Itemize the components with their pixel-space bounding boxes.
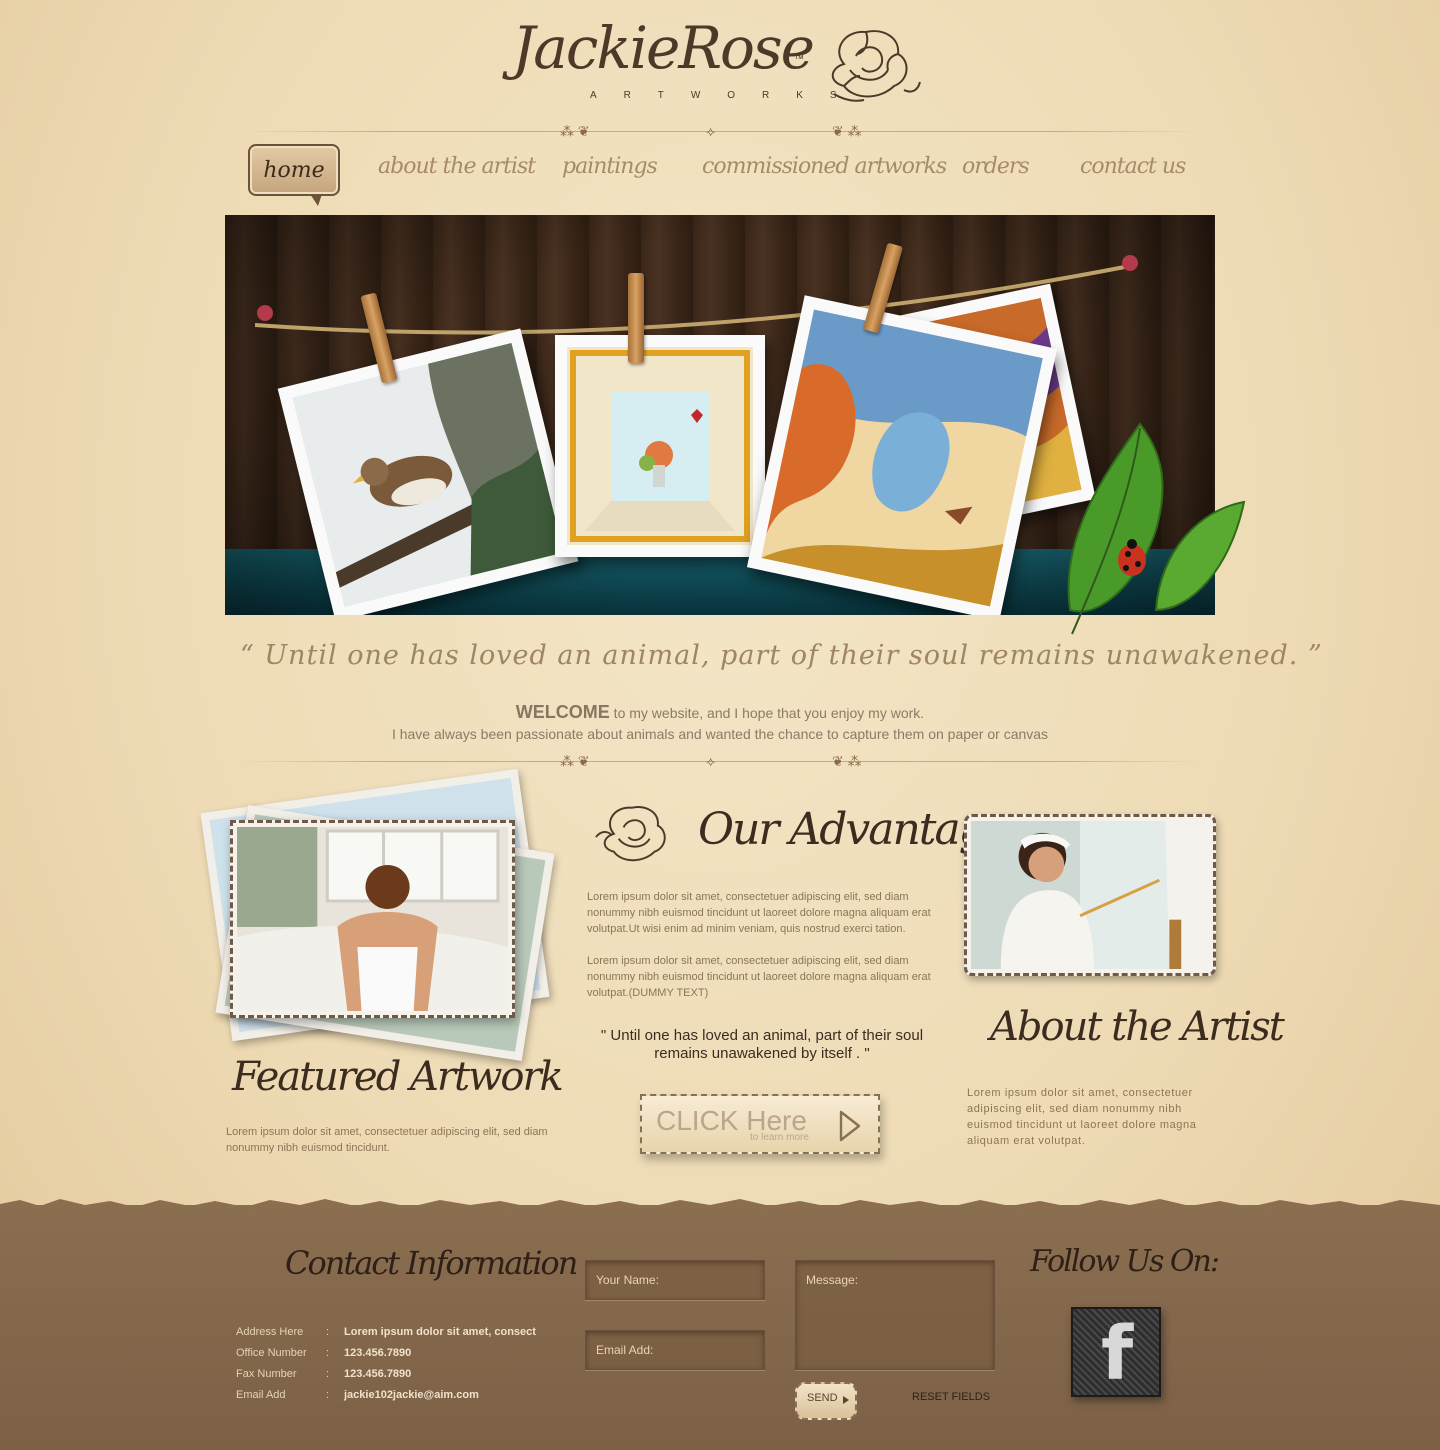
leaf-icon <box>1067 422 1246 635</box>
divider-ornament-icon: ❦ ⁂ <box>832 123 862 139</box>
rose-icon <box>831 30 921 102</box>
clothespin-icon <box>628 273 644 363</box>
window-painting <box>567 347 753 545</box>
fantasy-painting <box>761 309 1043 607</box>
nav-item-label: home <box>263 158 325 183</box>
nav-item-orders[interactable]: orders <box>962 154 1030 179</box>
nav-item-commissioned-artworks[interactable]: commissioned artworks <box>702 154 947 179</box>
footer <box>0 1205 1440 1450</box>
contact-label: Email Add <box>236 1389 286 1401</box>
click-here-button[interactable]: CLICK Here to learn more <box>640 1094 880 1154</box>
hawk-painting <box>292 342 564 608</box>
welcome-line-1: WELCOME to my website, and I hope that y… <box>240 702 1200 723</box>
divider-ornament-icon: ⟡ <box>706 123 716 139</box>
featured-artwork-text: Lorem ipsum dolor sit amet, consectetuer… <box>226 1126 548 1154</box>
main-nav: home about the artist paintings commissi… <box>240 140 1200 210</box>
about-the-artist-text: Lorem ipsum dolor sit amet, consectetuer… <box>967 1087 1197 1147</box>
hero-quote: “ Until one has loved an animal, part of… <box>240 640 1323 671</box>
brand-logo-text[interactable]: JackieRose <box>512 14 815 82</box>
contact-row-office: Office Number:123.456.7890 <box>236 1347 412 1359</box>
nav-item-contact-us[interactable]: contact us <box>1080 154 1186 179</box>
about-the-artist-title: About the Artist <box>990 1004 1285 1050</box>
contact-label: Fax Number <box>236 1368 297 1380</box>
divider-ornament-icon: ⟡ <box>706 753 716 769</box>
featured-artwork-image[interactable] <box>230 820 515 1018</box>
play-arrow-icon <box>839 1110 861 1142</box>
advantage-paragraph: Lorem ipsum dolor sit amet, consectetuer… <box>587 891 931 935</box>
contact-row-address: Address Here: Lorem ipsum dolor sit amet,… <box>236 1326 536 1338</box>
hero-photo-fantasy[interactable] <box>746 295 1058 615</box>
contact-row-email: Email Add: jackie102jackie@aim.com <box>236 1389 479 1401</box>
advantage-quote: " Until one has loved an animal, part of… <box>600 1027 924 1062</box>
welcome-heading: WELCOME <box>515 702 610 722</box>
send-button[interactable]: SEND <box>795 1382 857 1420</box>
nav-item-home[interactable]: home <box>248 144 340 206</box>
featured-painting <box>237 827 508 1011</box>
divider-ornament-icon: ⁂ ❦ <box>560 123 590 139</box>
header-divider: ⁂ ❦ ⟡ ❦ ⁂ <box>240 122 1200 142</box>
divider-ornament-icon: ⁂ ❦ <box>560 753 590 769</box>
contact-information-title: Contact Information <box>285 1244 578 1282</box>
learn-more-label: to learn more <box>750 1132 809 1143</box>
contact-row-fax: Fax Number:123.456.7890 <box>236 1368 412 1380</box>
content-divider: ⁂ ❦ ⟡ ❦ ⁂ <box>240 752 1200 772</box>
our-advantage-title: Our Advantage <box>698 804 1011 855</box>
reset-fields-button[interactable]: RESET FIELDS <box>912 1391 990 1403</box>
welcome-line-2: I have always been passionate about anim… <box>391 726 1049 742</box>
contact-value: 123.456.7890 <box>344 1347 412 1359</box>
name-field[interactable]: Your Name: <box>585 1260 765 1300</box>
contact-value: Lorem ipsum dolor sit amet, consect <box>344 1326 536 1338</box>
contact-value: jackie102jackie@aim.com <box>344 1389 479 1401</box>
advantage-paragraph: Lorem ipsum dolor sit amet, consectetuer… <box>587 955 931 999</box>
follow-us-title: Follow Us On: <box>1030 1244 1220 1279</box>
trademark-symbol: ™ <box>794 54 804 65</box>
message-field[interactable]: Message: <box>795 1260 995 1370</box>
facebook-icon[interactable]: f <box>1071 1307 1161 1397</box>
nav-item-about-the-artist[interactable]: about the artist <box>378 154 536 179</box>
contact-label: Address Here <box>236 1326 304 1338</box>
hero-photo-window[interactable] <box>555 335 765 557</box>
email-field[interactable]: Email Add: <box>585 1330 765 1370</box>
rose-icon <box>595 806 666 862</box>
featured-artwork-title: Featured Artwork <box>232 1054 564 1100</box>
contact-value: 123.456.7890 <box>344 1368 412 1380</box>
facebook-glyph: f <box>1101 1311 1134 1397</box>
welcome-text: to my website, and I hope that you enjoy… <box>609 705 925 721</box>
divider-ornament-icon: ❦ ⁂ <box>832 753 862 769</box>
artist-portrait <box>971 821 1209 969</box>
artist-photo[interactable] <box>964 814 1216 976</box>
contact-label: Office Number <box>236 1347 307 1359</box>
nav-item-paintings[interactable]: paintings <box>562 154 658 179</box>
